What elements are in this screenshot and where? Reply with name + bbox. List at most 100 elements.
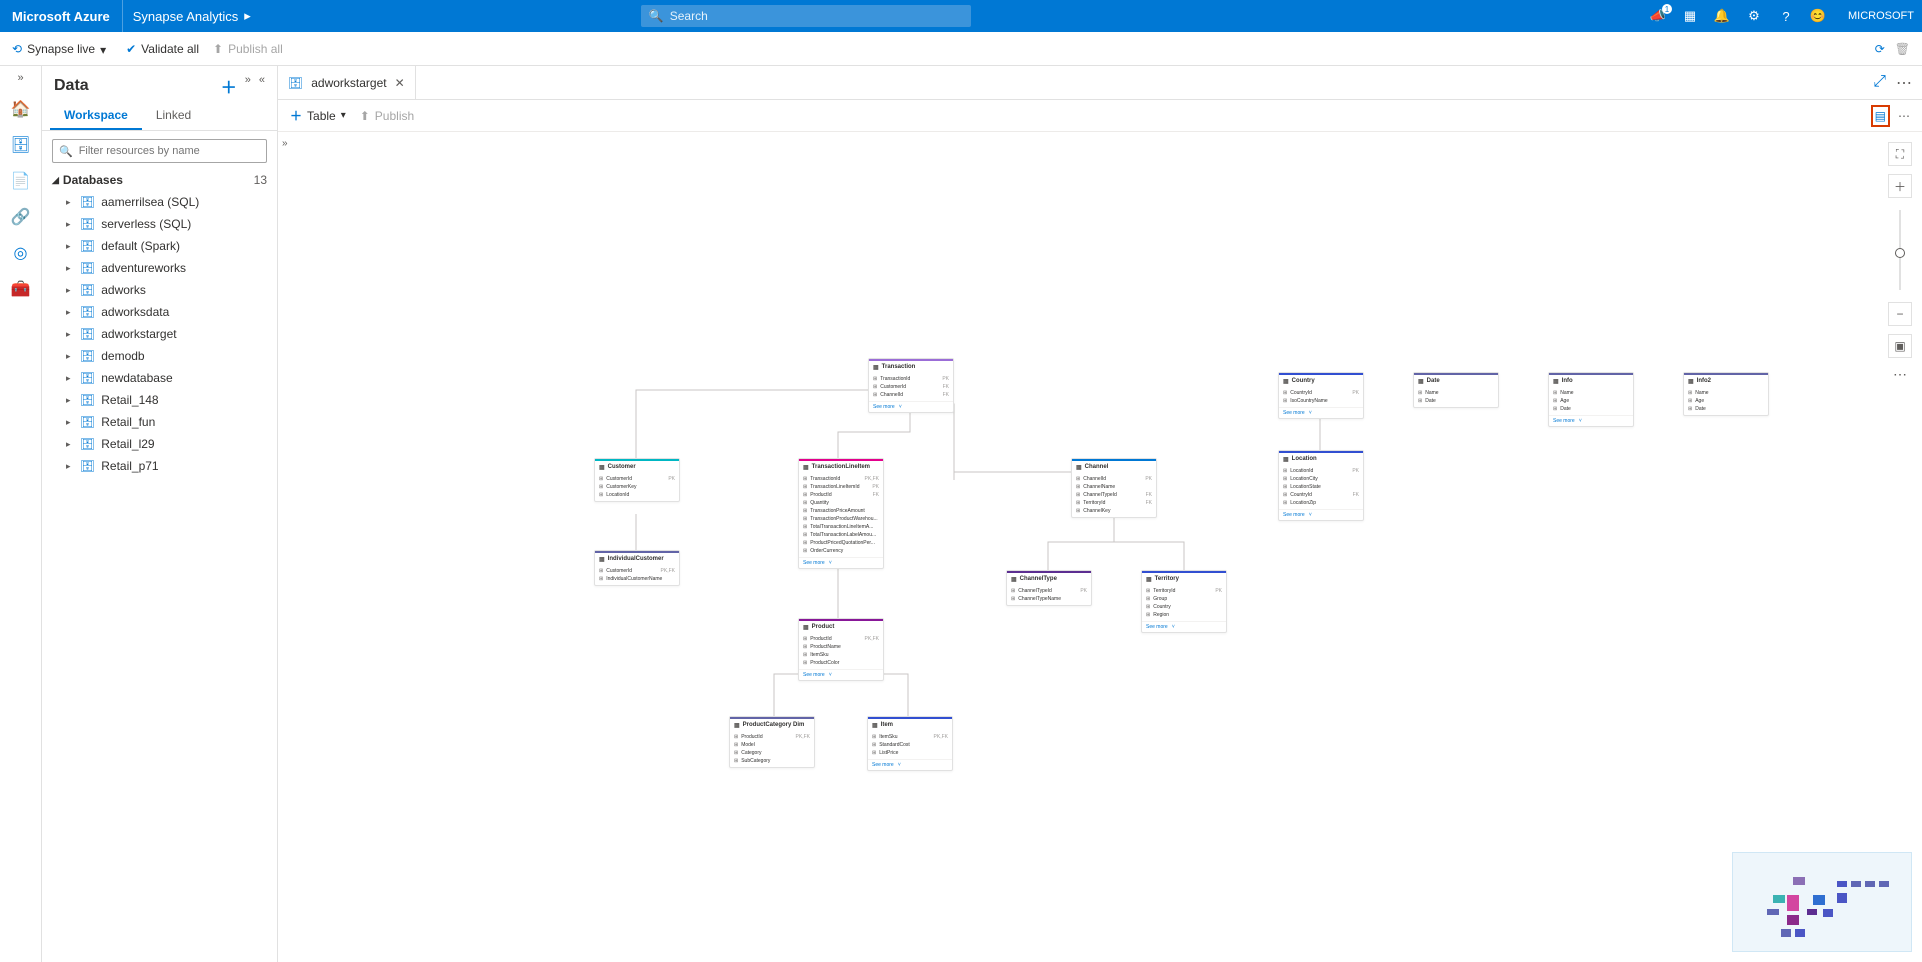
database-item[interactable]: ▸🗄Retail_148 (42, 389, 277, 411)
nav-home-icon[interactable]: 🏠 (10, 98, 32, 120)
database-label: demodb (101, 349, 144, 363)
feedback-icon[interactable]: 😊 (1810, 8, 1826, 24)
entity-transaction[interactable]: ▦Transaction⊞TransactionIdPK⊞CustomerIdF… (868, 358, 954, 413)
expand-rail-icon[interactable]: » (17, 72, 23, 84)
database-item[interactable]: ▸🗄default (Spark) (42, 235, 277, 257)
entity-location[interactable]: ▦Location⊞LocationIdPK⊞LocationCity⊞Loca… (1278, 450, 1364, 521)
entity-column: ⊞SubCategory (734, 757, 810, 765)
publish-button[interactable]: ⬆Publish (360, 109, 414, 123)
filter-input-wrap[interactable]: 🔍 (52, 139, 267, 163)
zoom-slider[interactable] (1899, 210, 1901, 290)
chevrons-icon[interactable]: » (245, 74, 251, 98)
nav-integrate-icon[interactable]: 🔗 (10, 206, 32, 228)
nav-develop-icon[interactable]: 📄 (10, 170, 32, 192)
tab-linked[interactable]: Linked (142, 102, 205, 130)
database-item[interactable]: ▸🗄adworks (42, 279, 277, 301)
database-item[interactable]: ▸🗄Retail_l29 (42, 433, 277, 455)
table-icon: ▦ (734, 722, 740, 729)
table-icon: ▦ (803, 464, 809, 471)
database-item[interactable]: ▸🗄newdatabase (42, 367, 277, 389)
see-more-link[interactable]: See more ˅ (1549, 415, 1633, 426)
template-gallery-button[interactable]: ▤ (1871, 105, 1890, 127)
database-icon: 🗄 (80, 415, 95, 429)
entity-territory[interactable]: ▦Territory⊞TerritoryIdPK⊞Group⊞Country⊞R… (1141, 570, 1227, 633)
help-icon[interactable]: ? (1778, 8, 1794, 24)
publish-all-button[interactable]: ⬆Publish all (213, 42, 283, 56)
add-icon[interactable]: ＋ (221, 74, 237, 98)
file-tab-adworkstarget[interactable]: 🗄 adworkstarget ✕ (278, 66, 416, 99)
see-more-link[interactable]: See more ˅ (868, 759, 952, 770)
database-item[interactable]: ▸🗄adworksdata (42, 301, 277, 323)
entity-customer[interactable]: ▦Customer⊞CustomerIdPK⊞CustomerKey⊞Locat… (594, 458, 680, 502)
more-editor-icon[interactable]: ⋯ (1896, 73, 1912, 93)
more-canvas-icon[interactable]: ⋯ (1898, 109, 1910, 123)
entity-column: ⊞LocationId (599, 491, 675, 499)
entity-item[interactable]: ▦Item⊞ItemSkuPK,FK⊞StandardCost⊞ListPric… (867, 716, 953, 771)
minimap-block (1879, 881, 1889, 887)
database-item[interactable]: ▸🗄serverless (SQL) (42, 213, 277, 235)
see-more-link[interactable]: See more ˅ (869, 401, 953, 412)
zoom-in-icon[interactable]: ＋ (1888, 174, 1912, 198)
add-table-button[interactable]: ＋Table▾ (290, 107, 346, 124)
entity-column: ⊞ChannelTypeIdFK (1076, 491, 1152, 499)
database-item[interactable]: ▸🗄adventureworks (42, 257, 277, 279)
database-item[interactable]: ▸🗄Retail_fun (42, 411, 277, 433)
see-more-link[interactable]: See more ˅ (1279, 509, 1363, 520)
nav-data-icon[interactable]: 🗄 (10, 134, 32, 156)
entity-info[interactable]: ▦Info⊞Name⊞Age⊞DateSee more ˅ (1548, 372, 1634, 427)
collapse-panel-icon[interactable]: « (259, 74, 265, 98)
zoom-out-icon[interactable]: − (1888, 302, 1912, 326)
see-more-link[interactable]: See more ˅ (799, 557, 883, 568)
entity-channel[interactable]: ▦Channel⊞ChannelIdPK⊞ChannelName⊞Channel… (1071, 458, 1157, 518)
entity-column: ⊞ChannelIdPK (1076, 475, 1152, 483)
account-label[interactable]: MICROSOFT (1840, 10, 1922, 22)
gear-icon[interactable]: ⚙ (1746, 8, 1762, 24)
entity-product[interactable]: ▦Product⊞ProductIdPK,FK⊞ProductName⊞Item… (798, 618, 884, 681)
see-more-link[interactable]: See more ˅ (799, 669, 883, 680)
group-databases[interactable]: ◢ Databases 13 (42, 169, 277, 191)
entity-prodcat[interactable]: ▦ProductCategory Dim⊞ProductIdPK,FK⊞Mode… (729, 716, 815, 768)
more-controls-icon[interactable]: ⋯ (1893, 366, 1907, 383)
validate-all-button[interactable]: ✔Validate all (126, 42, 199, 56)
synapse-live-toggle[interactable]: ⟲Synapse live▾ (12, 42, 112, 56)
canvas[interactable]: » ▦Transaction⊞TransactionIdPK⊞CustomerI… (278, 132, 1922, 962)
delete-icon[interactable]: 🗑 (1895, 42, 1910, 56)
filter-input[interactable] (79, 145, 260, 157)
entity-info2[interactable]: ▦Info2⊞Name⊞Age⊞Date (1683, 372, 1769, 416)
group-count: 13 (254, 173, 267, 187)
database-label: default (Spark) (101, 239, 180, 253)
database-item[interactable]: ▸🗄Retail_p71 (42, 455, 277, 477)
layout-icon[interactable]: ▣ (1888, 334, 1912, 358)
nav-monitor-icon[interactable]: ◎ (10, 242, 32, 264)
entity-indcust[interactable]: ▦IndividualCustomer⊞CustomerIdPK,FK⊞Indi… (594, 550, 680, 586)
azure-topbar: Microsoft Azure Synapse Analytics ▸ 🔍 Se… (0, 0, 1922, 32)
see-more-link[interactable]: See more ˅ (1142, 621, 1226, 632)
entity-channeltype[interactable]: ▦ChannelType⊞ChannelTypeIdPK⊞ChannelType… (1006, 570, 1092, 606)
fit-view-icon[interactable]: ⛶ (1888, 142, 1912, 166)
database-item[interactable]: ▸🗄demodb (42, 345, 277, 367)
validate-label: Validate all (141, 42, 199, 56)
entity-date[interactable]: ▦Date⊞Name⊞Date (1413, 372, 1499, 408)
zoom-slider-knob[interactable] (1895, 248, 1905, 258)
plus-icon: ＋ (290, 107, 302, 124)
canvas-minimap[interactable] (1732, 852, 1912, 952)
database-item[interactable]: ▸🗄adworkstarget (42, 323, 277, 345)
main-area: 🗄 adworkstarget ✕ ⤢ ⋯ ＋Table▾ ⬆Publish ▤… (278, 66, 1922, 962)
megaphone-icon[interactable]: 📣1 (1650, 8, 1666, 24)
entity-column: ⊞TransactionIdPK,FK (803, 475, 879, 483)
grid-icon[interactable]: ▦ (1682, 8, 1698, 24)
bell-icon[interactable]: 🔔 (1714, 8, 1730, 24)
product-breadcrumb[interactable]: Synapse Analytics ▸ (122, 0, 261, 32)
entity-txnlineitem[interactable]: ▦TransactionLineItem⊞TransactionIdPK,FK⊞… (798, 458, 884, 569)
tab-workspace[interactable]: Workspace (50, 102, 142, 130)
nav-manage-icon[interactable]: 🧰 (10, 278, 32, 300)
database-icon: 🗄 (80, 195, 95, 209)
refresh-icon[interactable]: ⟳ (1875, 42, 1885, 56)
global-search[interactable]: 🔍 Search (641, 5, 971, 27)
close-tab-icon[interactable]: ✕ (395, 76, 405, 90)
entity-country[interactable]: ▦Country⊞CountryIdPK⊞IsoCountryNameSee m… (1278, 372, 1364, 419)
panel-tabs: Workspace Linked (42, 102, 277, 131)
see-more-link[interactable]: See more ˅ (1279, 407, 1363, 418)
database-item[interactable]: ▸🗄aamerrilsea (SQL) (42, 191, 277, 213)
expand-editor-icon[interactable]: ⤢ (1873, 73, 1886, 93)
